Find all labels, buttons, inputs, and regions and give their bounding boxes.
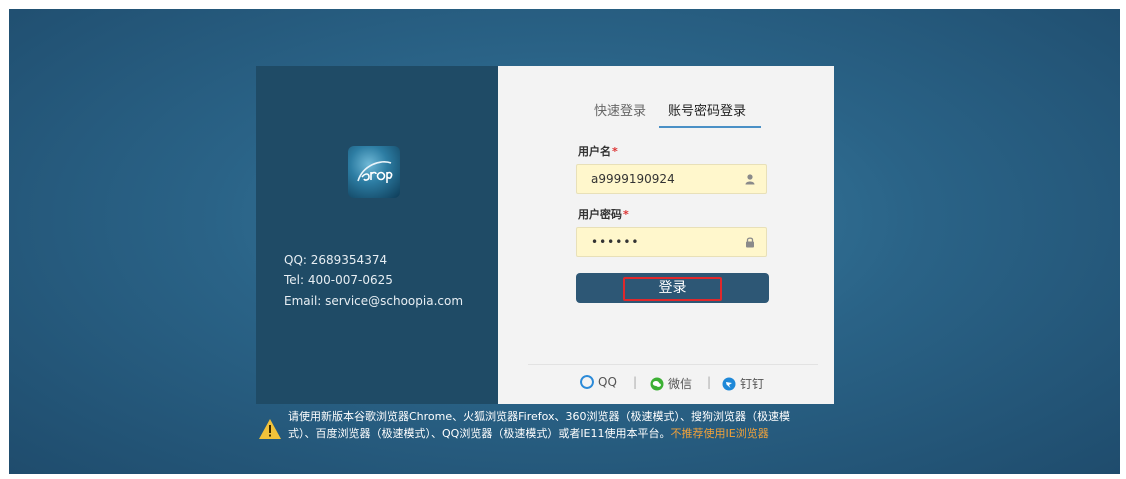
user-icon: [745, 174, 755, 185]
social-label-wechat: 微信: [668, 377, 693, 391]
warning-icon: [259, 419, 281, 439]
qq-icon: [580, 375, 594, 389]
lock-icon: [746, 237, 754, 248]
username-label: 用户名*: [578, 143, 618, 159]
social-separator: |: [707, 375, 712, 389]
social-divider: [528, 364, 818, 365]
notice-text: 请使用新版本谷歌浏览器Chrome、火狐浏览器Firefox、360浏览器（极速…: [288, 408, 868, 442]
dingtalk-icon: [722, 377, 736, 390]
social-separator: |: [633, 375, 638, 389]
contact-qq: QQ: 2689354374: [284, 253, 388, 267]
tab-password-login[interactable]: 账号密码登录: [668, 100, 746, 119]
active-tab-indicator: [659, 126, 761, 128]
contact-email: Email: service@schoopia.com: [284, 294, 464, 308]
notice-ie-warning: 不推荐使用IE浏览器: [670, 427, 769, 440]
social-login-wechat[interactable]: 微信: [650, 375, 692, 392]
password-field[interactable]: ••••••: [576, 227, 767, 257]
username-label-text: 用户名: [578, 145, 611, 158]
password-label-text: 用户密码: [578, 208, 622, 221]
notice-line-1: 请使用新版本谷歌浏览器Chrome、火狐浏览器Firefox、360浏览器（极速…: [288, 410, 791, 423]
logo-mark: [357, 161, 393, 183]
username-value: a9999190924: [591, 172, 675, 186]
schoopia-logo-icon: [348, 146, 400, 198]
contact-tel: Tel: 400-007-0625: [284, 273, 393, 287]
password-required-mark: *: [623, 208, 629, 221]
password-label: 用户密码*: [578, 206, 629, 222]
login-button-highlight: [623, 277, 722, 301]
social-login-dingtalk[interactable]: 钉钉: [722, 375, 764, 392]
notice-line-2: 式）、百度浏览器（极速模式）、QQ浏览器（极速模式）或者IE11使用本平台。不推…: [288, 425, 868, 442]
username-required-mark: *: [612, 145, 618, 158]
wechat-icon: [650, 377, 664, 390]
username-field[interactable]: a9999190924: [576, 164, 767, 194]
password-value: ••••••: [591, 235, 640, 249]
login-info-panel: [256, 66, 498, 404]
social-login-qq[interactable]: QQ: [580, 375, 617, 389]
social-label-qq: QQ: [598, 375, 617, 389]
notice-line-2-text: 式）、百度浏览器（极速模式）、QQ浏览器（极速模式）或者IE11使用本平台。: [288, 427, 671, 440]
social-label-dingtalk: 钉钉: [740, 377, 765, 391]
tab-quick-login[interactable]: 快速登录: [594, 100, 646, 119]
